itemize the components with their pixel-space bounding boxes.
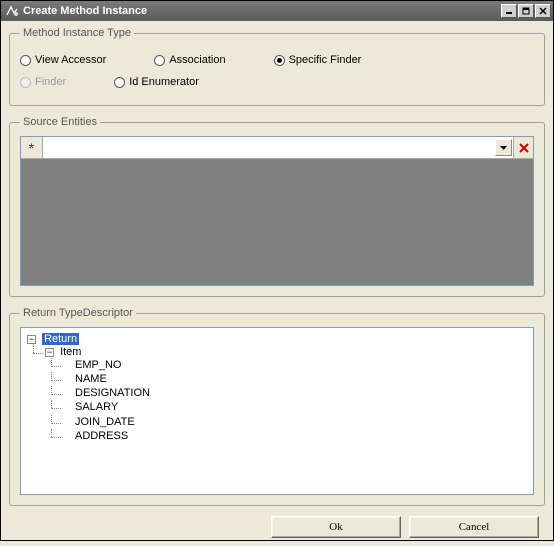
tree-node-field[interactable]: JOIN_DATE — [75, 416, 135, 428]
radio-view-accessor[interactable]: View Accessor — [20, 54, 106, 66]
tree-node-item[interactable]: Item — [60, 346, 81, 358]
new-row-marker: * — [21, 137, 43, 158]
method-instance-type-legend: Method Instance Type — [20, 27, 134, 39]
tree-node-field[interactable]: NAME — [75, 373, 107, 385]
source-entities-legend: Source Entities — [20, 116, 100, 128]
source-entity-cell[interactable] — [43, 137, 513, 158]
tree-node-return[interactable]: Return — [42, 333, 79, 345]
radio-association[interactable]: Association — [154, 54, 225, 66]
radio-view-accessor-label: View Accessor — [35, 54, 106, 66]
tree-node-field[interactable]: ADDRESS — [75, 430, 128, 442]
app-icon — [5, 4, 19, 18]
radio-association-label: Association — [169, 54, 225, 66]
source-entity-dropdown[interactable] — [495, 139, 512, 156]
title-bar: Create Method Instance — [1, 1, 553, 21]
delete-row-button[interactable] — [513, 137, 533, 158]
return-type-tree[interactable]: − Return − Item EMP_NO NAME DESIGNATION SAL… — [20, 327, 534, 495]
close-button[interactable] — [535, 4, 551, 18]
return-typedescriptor-legend: Return TypeDescriptor — [20, 307, 136, 319]
radio-finder: Finder — [20, 76, 66, 88]
expand-collapse-icon[interactable]: − — [27, 335, 36, 344]
window-title: Create Method Instance — [23, 5, 501, 17]
expand-collapse-icon[interactable]: − — [45, 348, 54, 357]
maximize-button[interactable] — [518, 4, 534, 18]
minimize-button[interactable] — [501, 4, 517, 18]
radio-finder-label: Finder — [35, 76, 66, 88]
source-entities-grid[interactable]: * — [20, 136, 534, 286]
tree-node-field[interactable]: DESIGNATION — [75, 387, 150, 399]
tree-node-field[interactable]: EMP_NO — [75, 359, 121, 371]
source-entities-group: Source Entities * — [9, 116, 545, 297]
radio-specific-finder[interactable]: Specific Finder — [274, 54, 362, 66]
method-instance-type-group: Method Instance Type View Accessor Assoc… — [9, 27, 545, 106]
ok-button[interactable]: Ok — [271, 516, 401, 538]
radio-id-enumerator[interactable]: Id Enumerator — [114, 76, 199, 88]
tree-node-field[interactable]: SALARY — [75, 402, 118, 414]
source-grid-empty-area — [21, 159, 533, 285]
cancel-button[interactable]: Cancel — [409, 516, 539, 538]
return-typedescriptor-group: Return TypeDescriptor − Return − Item EM… — [9, 307, 545, 506]
radio-specific-finder-label: Specific Finder — [289, 54, 362, 66]
tree-fields-list: EMP_NO NAME DESIGNATION SALARY JOIN_DATE ADDR… — [45, 358, 529, 443]
radio-id-enumerator-label: Id Enumerator — [129, 76, 199, 88]
